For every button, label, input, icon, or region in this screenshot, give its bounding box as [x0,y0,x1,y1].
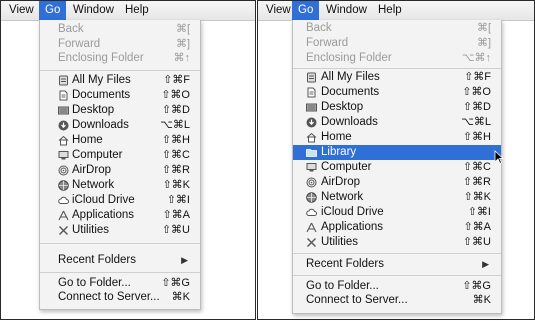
menu-item-desktop[interactable]: Desktop ⇧⌘D [40,103,200,118]
menu-item-computer[interactable]: Computer ⇧⌘C [293,160,501,175]
menu-separator [40,70,200,71]
all-my-files-icon [306,72,317,83]
menu-item-all-my-files[interactable]: All My Files ⇧⌘F [293,70,501,85]
menubar-help[interactable]: Help [372,1,408,20]
menu-item-home[interactable]: Home ⇧⌘H [40,133,200,148]
downloads-icon [306,117,317,128]
menu-item-connect-to-server[interactable]: Connect to Server... ⌘K [293,293,501,308]
go-menu: Back ⌘[ Forward ⌘] Enclosing Folder ⌥⌘↑ … [292,20,502,314]
icloud-icon [58,195,69,206]
menu-item-icloud-drive[interactable]: iCloud Drive ⇧⌘I [293,205,501,220]
menubar-help[interactable]: Help [119,1,155,20]
menubar-go[interactable]: Go [39,1,67,20]
library-folder-icon [306,147,317,158]
menu-item-home[interactable]: Home ⇧⌘H [293,130,501,145]
menu-item-go-to-folder[interactable]: Go to Folder... ⇧⌘G [293,279,501,294]
menu-item-desktop[interactable]: Desktop ⇧⌘D [293,100,501,115]
computer-icon [58,150,69,161]
menu-item-library[interactable]: Library [293,145,501,160]
menu-item-utilities[interactable]: Utilities ⇧⌘U [40,223,200,238]
computer-icon [306,162,317,173]
menu-item-all-my-files[interactable]: All My Files ⇧⌘F [40,73,200,88]
menu-item-enclosing-folder: Enclosing Folder ⌘↑ [58,52,190,64]
documents-icon [306,87,317,98]
menu-separator [40,272,200,273]
menu-item-downloads[interactable]: Downloads ⌥⌘L [293,115,501,130]
menu-item-back: Back ⌘[ [58,23,190,35]
menu-item-airdrop[interactable]: AirDrop ⇧⌘R [40,163,200,178]
home-icon [306,132,317,143]
menu-item-applications[interactable]: Applications ⇧⌘A [40,208,200,223]
network-icon [58,180,69,191]
menu-bar: View Go Window Help [258,1,534,21]
menu-item-recent-folders[interactable]: Recent Folders ▶ [293,257,501,272]
right-screenshot-panel: View Go Window Help Back ⌘[ Forward ⌘] E… [257,0,535,320]
airdrop-icon [306,177,317,188]
desktop-icon [58,105,69,116]
submenu-arrow-icon: ▶ [181,255,188,265]
menu-item-enclosing-folder: Enclosing Folder ⌥⌘↑ [306,52,491,64]
menubar-view[interactable]: View [3,1,40,20]
menu-item-documents[interactable]: Documents ⇧⌘O [40,88,200,103]
menu-separator [40,243,200,244]
menu-separator [293,68,501,69]
applications-icon [306,222,317,233]
menu-item-documents[interactable]: Documents ⇧⌘O [293,85,501,100]
menu-item-network[interactable]: Network ⇧⌘K [293,190,501,205]
left-screenshot-panel: View Go Window Help Back ⌘[ Forward ⌘] E… [0,0,256,320]
submenu-arrow-icon: ▶ [482,259,489,269]
menu-separator [293,253,501,254]
network-icon [306,192,317,203]
menu-item-utilities[interactable]: Utilities ⇧⌘U [293,235,501,250]
menu-item-forward: Forward ⌘] [306,37,491,49]
all-my-files-icon [58,75,69,86]
menu-item-downloads[interactable]: Downloads ⌥⌘L [40,118,200,133]
utilities-icon [306,237,317,248]
applications-icon [58,210,69,221]
menu-item-forward: Forward ⌘] [58,38,190,50]
menu-item-go-to-folder[interactable]: Go to Folder... ⇧⌘G [40,276,200,291]
menu-item-airdrop[interactable]: AirDrop ⇧⌘R [293,175,501,190]
documents-icon [58,90,69,101]
menu-item-applications[interactable]: Applications ⇧⌘A [293,220,501,235]
menu-item-network[interactable]: Network ⇧⌘K [40,178,200,193]
menubar-window[interactable]: Window [67,1,120,20]
menubar-window[interactable]: Window [320,1,373,20]
mouse-cursor-icon [494,150,504,164]
menu-item-connect-to-server[interactable]: Connect to Server... ⌘K [40,290,200,305]
menu-item-computer[interactable]: Computer ⇧⌘C [40,148,200,163]
menu-item-back: Back ⌘[ [306,22,491,34]
airdrop-icon [58,165,69,176]
home-icon [58,135,69,146]
menu-item-recent-folders[interactable]: Recent Folders ▶ [40,253,200,268]
downloads-icon [58,120,69,131]
menubar-go[interactable]: Go [292,1,320,20]
desktop-icon [306,102,317,113]
menu-item-icloud-drive[interactable]: iCloud Drive ⇧⌘I [40,193,200,208]
icloud-icon [306,207,317,218]
menu-separator [293,275,501,276]
go-menu: Back ⌘[ Forward ⌘] Enclosing Folder ⌘↑ A… [39,20,201,310]
menu-bar: View Go Window Help [1,1,255,21]
utilities-icon [58,225,69,236]
